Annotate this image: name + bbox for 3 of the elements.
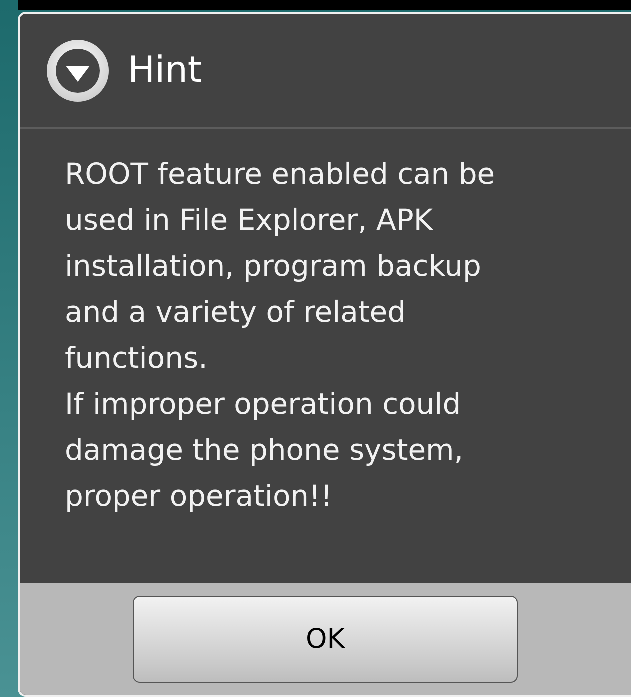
dialog-title: Hint [128, 50, 202, 91]
dialog-message: ROOT feature enabled can be used in File Explorer, APK installation, program backup and a variety of related functions. If improper operation could damage the phone system, proper operation!! [64, 156, 496, 515]
ok-button[interactable]: OK [133, 596, 518, 682]
